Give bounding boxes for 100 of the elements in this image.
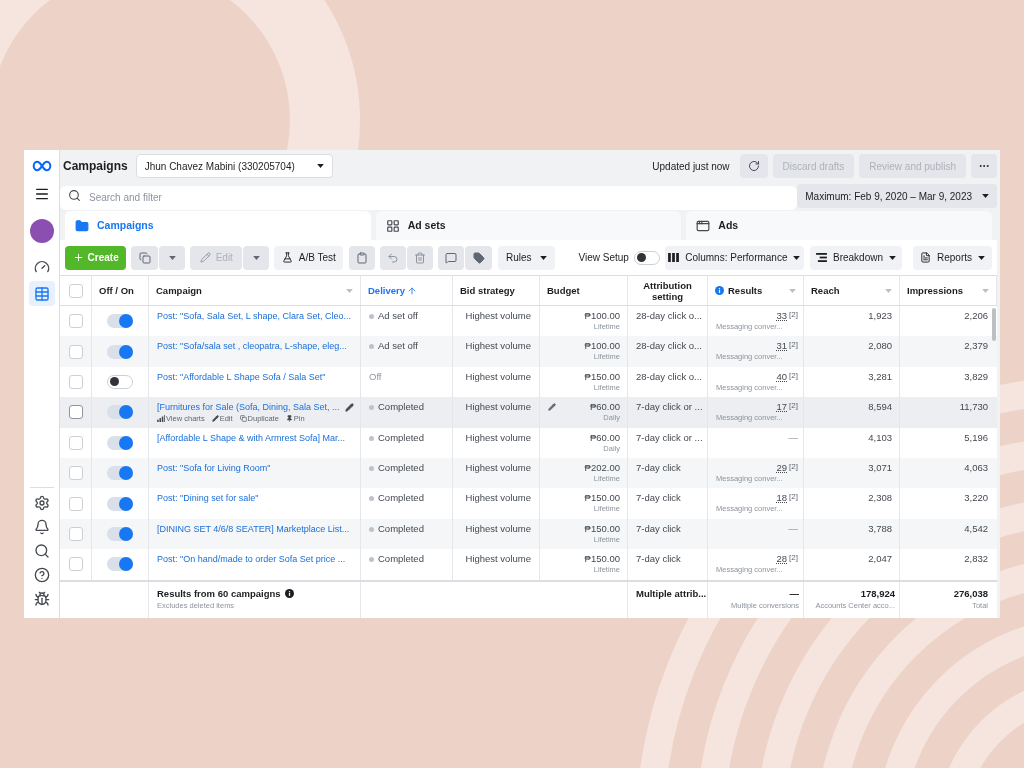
campaign-link[interactable]: [DINING SET 4/6/8 SEATER] Marketplace List... (157, 522, 350, 535)
footnote-mark: [2] (789, 461, 798, 471)
update-status: Updated just now (652, 159, 730, 174)
refresh-button[interactable] (739, 154, 768, 178)
search-icon (68, 189, 81, 202)
scrollbar-thumb[interactable] (992, 308, 996, 341)
budget-amount: ₱150.00 (584, 492, 620, 505)
toggle-switch[interactable] (107, 314, 133, 329)
row-checkbox[interactable] (68, 526, 83, 541)
toggle-switch[interactable] (107, 344, 133, 359)
tag-button[interactable] (465, 245, 493, 270)
attribution-text: 7-day click or ... (636, 401, 703, 413)
impressions-value: 11,730 (959, 401, 988, 415)
search-field[interactable]: Search and filter (60, 185, 798, 210)
campaign-link[interactable]: [Affordable L Shape & with Armrest Sofa] Mar... (157, 431, 346, 444)
pencil-icon (211, 415, 219, 423)
toggle-switch[interactable] (107, 466, 133, 481)
select-all-checkbox[interactable] (68, 283, 83, 298)
help-icon[interactable] (33, 567, 50, 583)
tab[interactable]: Ads (686, 211, 992, 240)
column-header[interactable]: Reach (804, 276, 900, 305)
clipboard-button[interactable] (349, 245, 376, 270)
delete-button[interactable] (407, 245, 434, 270)
toggle-switch[interactable] (107, 405, 133, 420)
tab[interactable]: Ad sets (375, 211, 682, 240)
toggle-switch[interactable] (107, 435, 133, 450)
pencil-icon[interactable] (345, 402, 354, 412)
duplicate-menu-button[interactable] (159, 245, 186, 270)
edit-menu-button[interactable] (243, 245, 270, 270)
impressions-value: 2,379 (964, 340, 988, 354)
comment-button[interactable] (438, 245, 465, 270)
nav-button[interactable] (28, 281, 55, 306)
ab-test-button[interactable]: A/B Test (274, 245, 344, 270)
footnote-mark: [2] (789, 310, 798, 319)
reports-button[interactable]: Reports (912, 245, 992, 270)
bid-strategy-text: Highest volume (465, 370, 531, 384)
campaign-link[interactable]: Post: "Sofa for Living Room" (157, 461, 271, 474)
campaign-link[interactable]: Post: "Affordable L Shape Sofa / Sala Set" (157, 370, 326, 383)
bug-icon[interactable] (33, 591, 50, 607)
caret-icon (789, 288, 796, 293)
toggle-switch[interactable] (107, 557, 133, 572)
rules-button[interactable]: Rules (498, 245, 555, 270)
column-header[interactable]: Delivery (361, 276, 453, 305)
column-header[interactable]: Impressions (900, 276, 997, 305)
column-header[interactable]: Results (708, 276, 804, 305)
columns-button[interactable]: Columns: Performance (664, 245, 805, 270)
reach-value: 2,080 (868, 340, 892, 354)
columns-icon (668, 253, 680, 262)
document-icon (919, 252, 931, 263)
reach-value: 2,047 (868, 553, 892, 567)
attribution-text: 7-day click (636, 461, 681, 473)
campaign-link[interactable]: Post: "On hand/made to order Sofa Set price ... (157, 553, 346, 566)
row-checkbox[interactable] (68, 344, 83, 359)
footnote-mark: [2] (789, 340, 798, 350)
column-header[interactable]: Off / On (92, 276, 149, 305)
flask-icon (281, 252, 293, 263)
pencil-icon[interactable] (548, 403, 556, 412)
toggle-switch[interactable] (633, 250, 660, 265)
tab[interactable]: Campaigns (65, 211, 371, 240)
reach-value: 3,281 (868, 370, 892, 384)
caret-icon (168, 255, 176, 260)
results-value: — (788, 431, 798, 444)
bid-strategy-text: Highest volume (465, 522, 531, 536)
avatar[interactable] (29, 219, 54, 243)
row-checkbox[interactable] (68, 374, 83, 389)
bell-icon[interactable] (33, 519, 50, 535)
caret-icon (316, 164, 324, 168)
column-header[interactable]: Attribution setting (628, 276, 708, 305)
row-checkbox[interactable] (68, 435, 83, 450)
caret-icon (539, 255, 547, 260)
column-header[interactable]: Campaign (149, 276, 361, 305)
column-header[interactable]: Budget (540, 276, 628, 305)
attribution-text: 28-day click o... (636, 310, 702, 321)
account-dropdown[interactable]: Jhun Chavez Mabini (330205704) (135, 154, 333, 178)
clipboard-icon (356, 251, 369, 264)
campaign-link[interactable]: Post: "Dining set for sale" (157, 492, 259, 505)
settings-icon[interactable] (33, 495, 50, 511)
campaign-link[interactable]: Post: "Sofa/sala set , cleopatra, L-shape, eleg... (157, 340, 347, 353)
breakdown-button[interactable]: Breakdown (810, 245, 902, 270)
campaign-link[interactable]: [Furnitures for Sale (Sofa, Dining, Sala Set, ... (157, 401, 340, 414)
search-icon[interactable] (33, 543, 50, 559)
toggle-switch[interactable] (107, 526, 133, 541)
menu-icon[interactable] (33, 186, 50, 202)
delivery-status: Off (369, 370, 382, 383)
date-range-dropdown[interactable]: Maximum: Feb 9, 2020 – Mar 9, 2023 (797, 184, 997, 208)
toggle-switch[interactable] (107, 496, 133, 511)
logo-icon[interactable] (31, 160, 52, 172)
campaign-link[interactable]: Post: "Sofa, Sala Set, L shape, Clara Set, Cleo... (157, 310, 351, 322)
results-value: 17 (776, 401, 788, 414)
toggle-switch[interactable] (107, 374, 133, 389)
footer-title: Results from 60 campaigns (157, 587, 281, 600)
row-checkbox[interactable] (68, 496, 83, 511)
row-checkbox[interactable] (68, 557, 83, 572)
row-checkbox[interactable] (68, 405, 83, 420)
impressions-value: 3,829 (964, 370, 988, 384)
reach-value: 3,071 (868, 461, 892, 475)
row-checkbox[interactable] (68, 466, 83, 481)
column-header[interactable]: Bid strategy (453, 276, 540, 305)
row-checkbox[interactable] (68, 314, 83, 329)
duplicate-button[interactable] (131, 245, 159, 270)
